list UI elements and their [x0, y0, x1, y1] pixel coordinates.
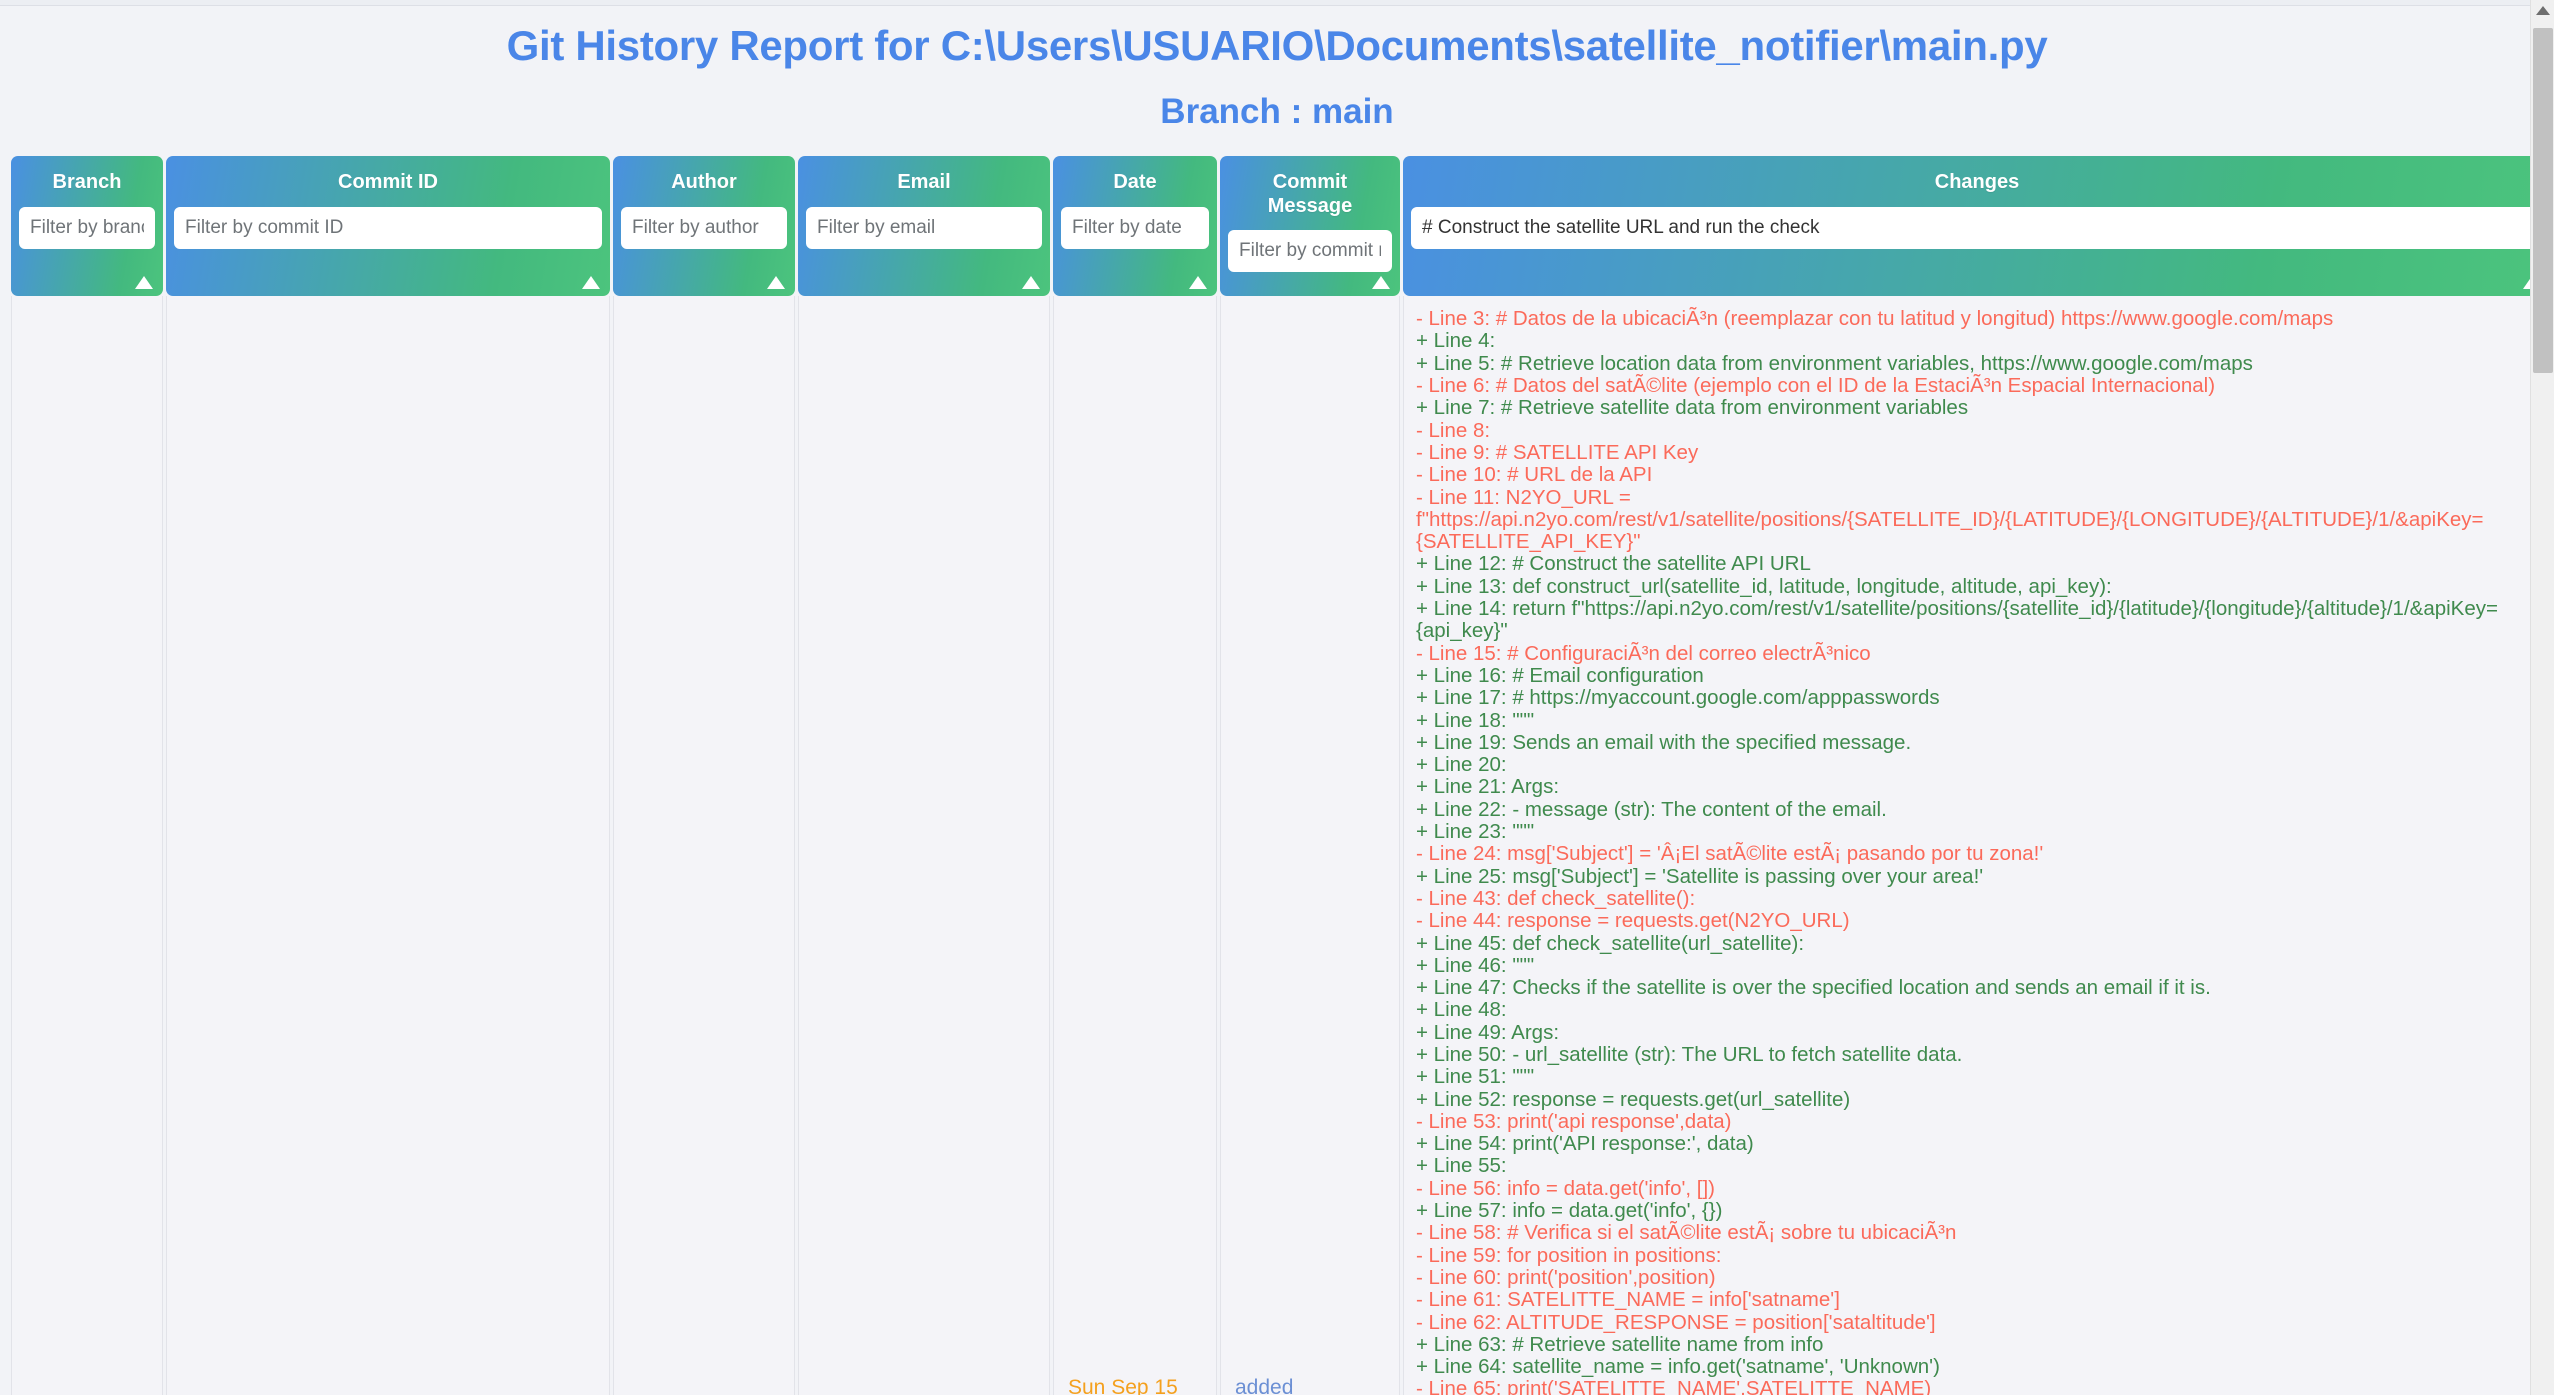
filter-input-changes[interactable]	[1411, 207, 2543, 249]
column-header-date: Date	[1053, 156, 1217, 296]
diff-line-removed: - Line 11: N2YO_URL = f"https://api.n2yo…	[1416, 487, 2525, 554]
table-header: Branch Commit ID Author	[11, 156, 2551, 296]
column-header-changes: Changes	[1403, 156, 2551, 296]
column-label-author: Author	[621, 166, 787, 195]
diff-line-removed: - Line 61: SATELITTE_NAME = info['satnam…	[1416, 1289, 2525, 1311]
diff-line-added: + Line 50: - url_satellite (str): The UR…	[1416, 1044, 2525, 1066]
changes-diff-panel[interactable]: - Line 3: # Datos de la ubicaciÃ³n (reem…	[1404, 302, 2551, 1395]
sort-ascending-icon-commit-message[interactable]	[1372, 276, 1390, 289]
cell-commit-message: added documentation	[1220, 296, 1400, 1395]
diff-line-added: + Line 51: """	[1416, 1066, 2525, 1088]
diff-line-added: + Line 55:	[1416, 1155, 2525, 1177]
diff-line-added: + Line 22: - message (str): The content …	[1416, 799, 2525, 821]
column-label-date: Date	[1061, 166, 1209, 195]
filter-input-commit-id[interactable]	[174, 207, 602, 249]
cell-date: Sun Sep 15 13:53:24 2024 -0500	[1053, 296, 1217, 1395]
diff-line-added: + Line 13: def construct_url(satellite_i…	[1416, 576, 2525, 598]
diff-line-removed: - Line 3: # Datos de la ubicaciÃ³n (reem…	[1416, 308, 2525, 330]
diff-line-added: + Line 16: # Email configuration	[1416, 665, 2525, 687]
diff-line-removed: - Line 65: print('SATELITTE_NAME',SATELI…	[1416, 1378, 2525, 1395]
sort-ascending-icon-branch[interactable]	[135, 276, 153, 289]
diff-line-added: + Line 25: msg['Subject'] = 'Satellite i…	[1416, 866, 2525, 888]
sort-ascending-icon-commit-id[interactable]	[582, 276, 600, 289]
diff-line-removed: - Line 53: print('api response',data)	[1416, 1111, 2525, 1133]
diff-line-added: + Line 19: Sends an email with the speci…	[1416, 732, 2525, 754]
table-row: main bd5d254dc96da2425fa1063256eaf090ded…	[11, 296, 2551, 1395]
git-history-table: Branch Commit ID Author	[8, 156, 2554, 1395]
diff-line-added: + Line 46: """	[1416, 955, 2525, 977]
diff-line-added: + Line 45: def check_satellite(url_satel…	[1416, 933, 2525, 955]
diff-line-added: + Line 7: # Retrieve satellite data from…	[1416, 397, 2525, 419]
sort-ascending-icon-author[interactable]	[767, 276, 785, 289]
page-title: Git History Report for C:\Users\USUARIO\…	[0, 22, 2554, 70]
cell-changes: - Line 3: # Datos de la ubicaciÃ³n (reem…	[1403, 296, 2551, 1395]
cell-email: jorgecardona@utp.edu.co	[798, 296, 1050, 1395]
diff-line-added: + Line 23: """	[1416, 821, 2525, 843]
filter-input-author[interactable]	[621, 207, 787, 249]
diff-line-removed: - Line 56: info = data.get('info', [])	[1416, 1178, 2525, 1200]
scroll-up-arrow-icon[interactable]	[2536, 6, 2550, 15]
diff-line-added: + Line 12: # Construct the satellite API…	[1416, 553, 2525, 575]
column-header-commit-id: Commit ID	[166, 156, 610, 296]
column-header-email: Email	[798, 156, 1050, 296]
diff-line-added: + Line 20:	[1416, 754, 2525, 776]
browser-scrollbar[interactable]	[2530, 0, 2554, 1395]
column-label-branch: Branch	[19, 166, 155, 195]
filter-input-commit-message[interactable]	[1228, 230, 1392, 272]
diff-line-added: + Line 47: Checks if the satellite is ov…	[1416, 977, 2525, 999]
diff-line-added: + Line 57: info = data.get('info', {})	[1416, 1200, 2525, 1222]
diff-line-added: + Line 18: """	[1416, 710, 2525, 732]
browser-scrollbar-thumb[interactable]	[2533, 28, 2553, 373]
diff-line-added: + Line 48:	[1416, 999, 2525, 1021]
diff-line-removed: - Line 59: for position in positions:	[1416, 1245, 2525, 1267]
branch-subtitle: Branch : main	[0, 92, 2554, 132]
diff-line-added: + Line 14: return f"https://api.n2yo.com…	[1416, 598, 2525, 643]
git-history-table-container: Branch Commit ID Author	[0, 156, 2554, 1395]
column-label-changes: Changes	[1411, 166, 2543, 195]
diff-line-added: + Line 63: # Retrieve satellite name fro…	[1416, 1334, 2525, 1356]
filter-input-branch[interactable]	[19, 207, 155, 249]
diff-line-removed: - Line 58: # Verifica si el satÃ©lite es…	[1416, 1222, 2525, 1244]
diff-line-added: + Line 21: Args:	[1416, 776, 2525, 798]
table-header-row: Branch Commit ID Author	[11, 156, 2551, 296]
diff-line-added: + Line 54: print('API response:', data)	[1416, 1133, 2525, 1155]
diff-line-list: - Line 3: # Datos de la ubicaciÃ³n (reem…	[1416, 308, 2525, 1395]
sort-ascending-icon-email[interactable]	[1022, 276, 1040, 289]
diff-line-removed: - Line 60: print('position',position)	[1416, 1267, 2525, 1289]
diff-line-added: + Line 17: # https://myaccount.google.co…	[1416, 687, 2525, 709]
diff-line-removed: - Line 10: # URL de la API	[1416, 464, 2525, 486]
cell-branch: main	[11, 296, 163, 1395]
diff-line-removed: - Line 44: response = requests.get(N2YO_…	[1416, 910, 2525, 932]
filter-input-email[interactable]	[806, 207, 1042, 249]
diff-line-added: + Line 4:	[1416, 330, 2525, 352]
column-header-commit-message: Commit Message	[1220, 156, 1400, 296]
column-header-author: Author	[613, 156, 795, 296]
diff-line-removed: - Line 8:	[1416, 420, 2525, 442]
table-body: main bd5d254dc96da2425fa1063256eaf090ded…	[11, 296, 2551, 1395]
column-label-commit-message: Commit Message	[1228, 166, 1392, 218]
diff-line-removed: - Line 15: # ConfiguraciÃ³n del correo e…	[1416, 643, 2525, 665]
diff-line-removed: - Line 43: def check_satellite():	[1416, 888, 2525, 910]
diff-line-removed: - Line 62: ALTITUDE_RESPONSE = position[…	[1416, 1312, 2525, 1334]
column-header-branch: Branch	[11, 156, 163, 296]
cell-author: JorgeCardona	[613, 296, 795, 1395]
column-label-commit-id: Commit ID	[174, 166, 602, 195]
cell-commit-id[interactable]: bd5d254dc96da2425fa1063256eaf090ded1d24a	[166, 296, 610, 1395]
filter-input-date[interactable]	[1061, 207, 1209, 249]
diff-line-removed: - Line 9: # SATELLITE API Key	[1416, 442, 2525, 464]
diff-line-removed: - Line 24: msg['Subject'] = 'Â¡El satÃ©l…	[1416, 843, 2525, 865]
diff-line-added: + Line 52: response = requests.get(url_s…	[1416, 1089, 2525, 1111]
diff-line-added: + Line 64: satellite_name = info.get('sa…	[1416, 1356, 2525, 1378]
column-label-email: Email	[806, 166, 1042, 195]
diff-line-removed: - Line 6: # Datos del satÃ©lite (ejemplo…	[1416, 375, 2525, 397]
sort-ascending-icon-date[interactable]	[1189, 276, 1207, 289]
diff-line-added: + Line 49: Args:	[1416, 1022, 2525, 1044]
browser-chrome-strip	[0, 0, 2554, 6]
diff-line-added: + Line 5: # Retrieve location data from …	[1416, 353, 2525, 375]
git-history-report-page: Git History Report for C:\Users\USUARIO\…	[0, 0, 2554, 1395]
